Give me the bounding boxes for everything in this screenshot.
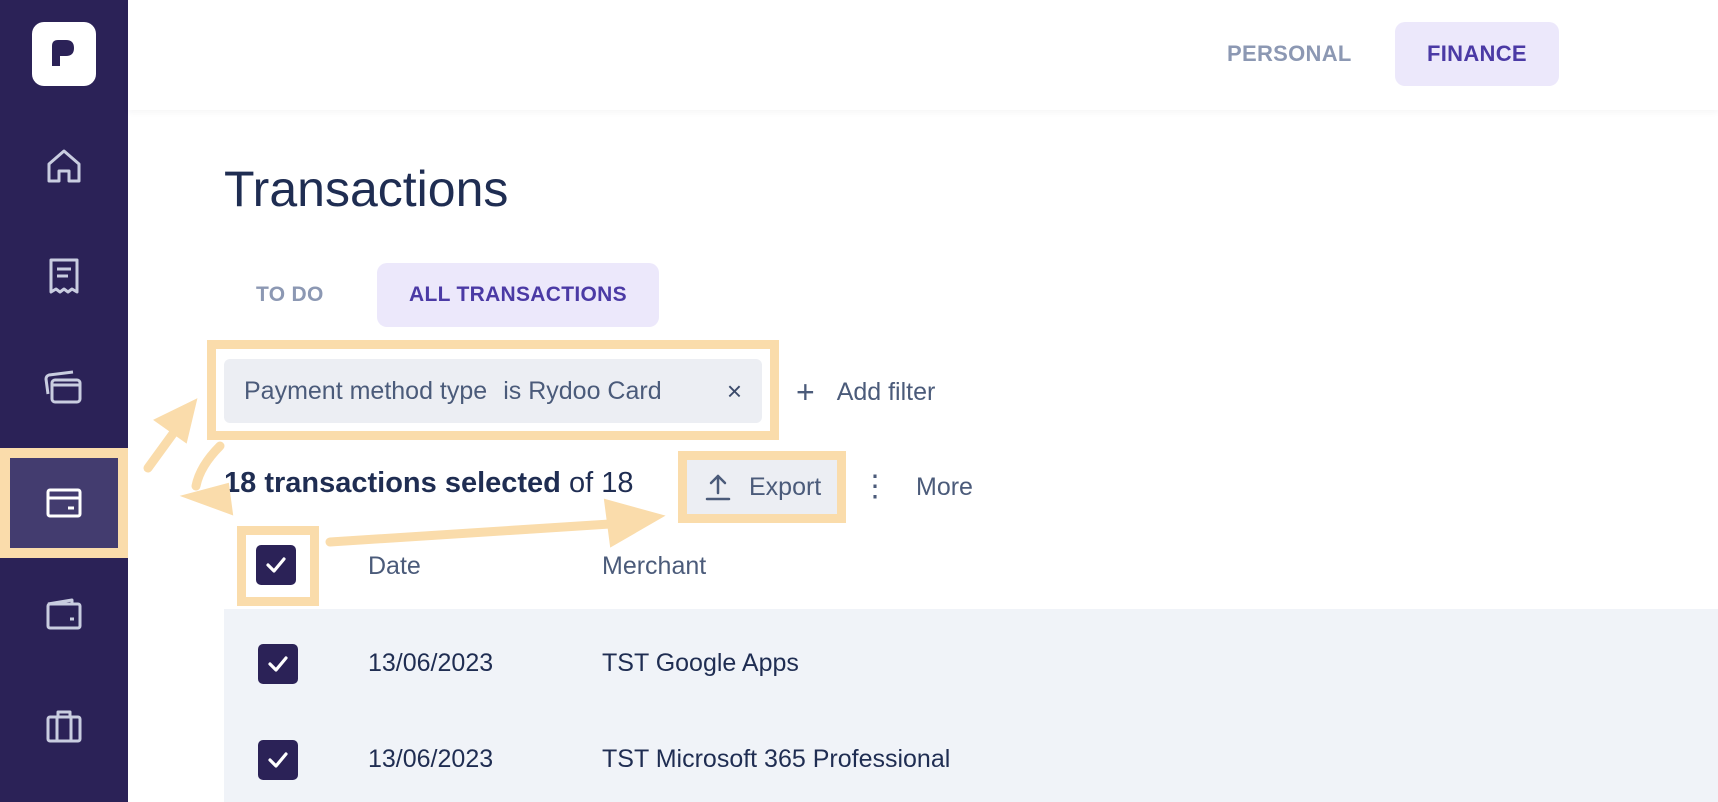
filter-value: is Rydoo Card [503,376,662,405]
role-finance-button[interactable]: FINANCE [1395,22,1559,86]
total-count: of 18 [568,467,634,499]
briefcase-icon [46,710,82,743]
sidebar-item-cards[interactable] [0,332,128,442]
home-icon [47,149,81,183]
select-all-checkbox[interactable] [256,545,296,585]
page-title: Transactions [224,161,509,217]
close-icon[interactable]: × [727,376,742,407]
cards-icon [44,370,82,404]
more-label: More [916,472,973,501]
row-checkbox[interactable] [258,644,298,684]
filter-chip[interactable]: Payment method type is Rydoo Card × [224,359,762,423]
checkmark-icon [266,557,286,573]
row-date: 13/06/2023 [368,649,494,677]
rydoo-logo-icon[interactable] [32,22,96,86]
sidebar-item-travel[interactable] [0,671,128,781]
sidebar-item-wallet[interactable] [0,560,128,670]
add-filter-label: Add filter [836,377,936,406]
sidebar-item-card-transactions[interactable] [0,448,128,558]
selected-count: 18 transactions selected [224,467,561,499]
arrow-to-export [325,498,666,548]
column-header-date[interactable]: Date [368,552,421,581]
row-date: 13/06/2023 [368,745,494,773]
more-vertical-icon: ⋮ [860,470,890,503]
row-checkbox[interactable] [258,740,298,780]
sidebar-item-expenses[interactable] [0,221,128,331]
upload-icon [705,474,731,501]
export-label: Export [749,472,822,501]
checkmark-icon [268,752,288,768]
wallet-icon [46,598,82,630]
column-header-merchant[interactable]: Merchant [602,552,706,581]
sidebar-item-home[interactable] [0,111,128,221]
more-button[interactable]: ⋮ More [860,466,973,508]
arrow-to-filter [143,398,198,473]
export-button[interactable]: Export [687,460,837,514]
filter-field: Payment method type [244,376,488,405]
row-merchant[interactable]: TST Microsoft 365 Professional [602,745,950,774]
sidebar [0,0,128,802]
row-merchant[interactable]: TST Google Apps [602,649,799,678]
checkmark-icon [268,656,288,672]
tab-all-transactions[interactable]: ALL TRANSACTIONS [377,263,659,327]
selection-summary: 18 transactions selected of 18 [224,467,633,500]
receipt-icon [49,258,79,294]
add-filter-button[interactable]: + Add filter [796,372,935,412]
tab-to-do[interactable]: TO DO [224,263,356,327]
plus-icon: + [796,373,815,410]
card-transactions-icon [46,488,82,518]
role-personal-button[interactable]: PERSONAL [1195,22,1384,86]
